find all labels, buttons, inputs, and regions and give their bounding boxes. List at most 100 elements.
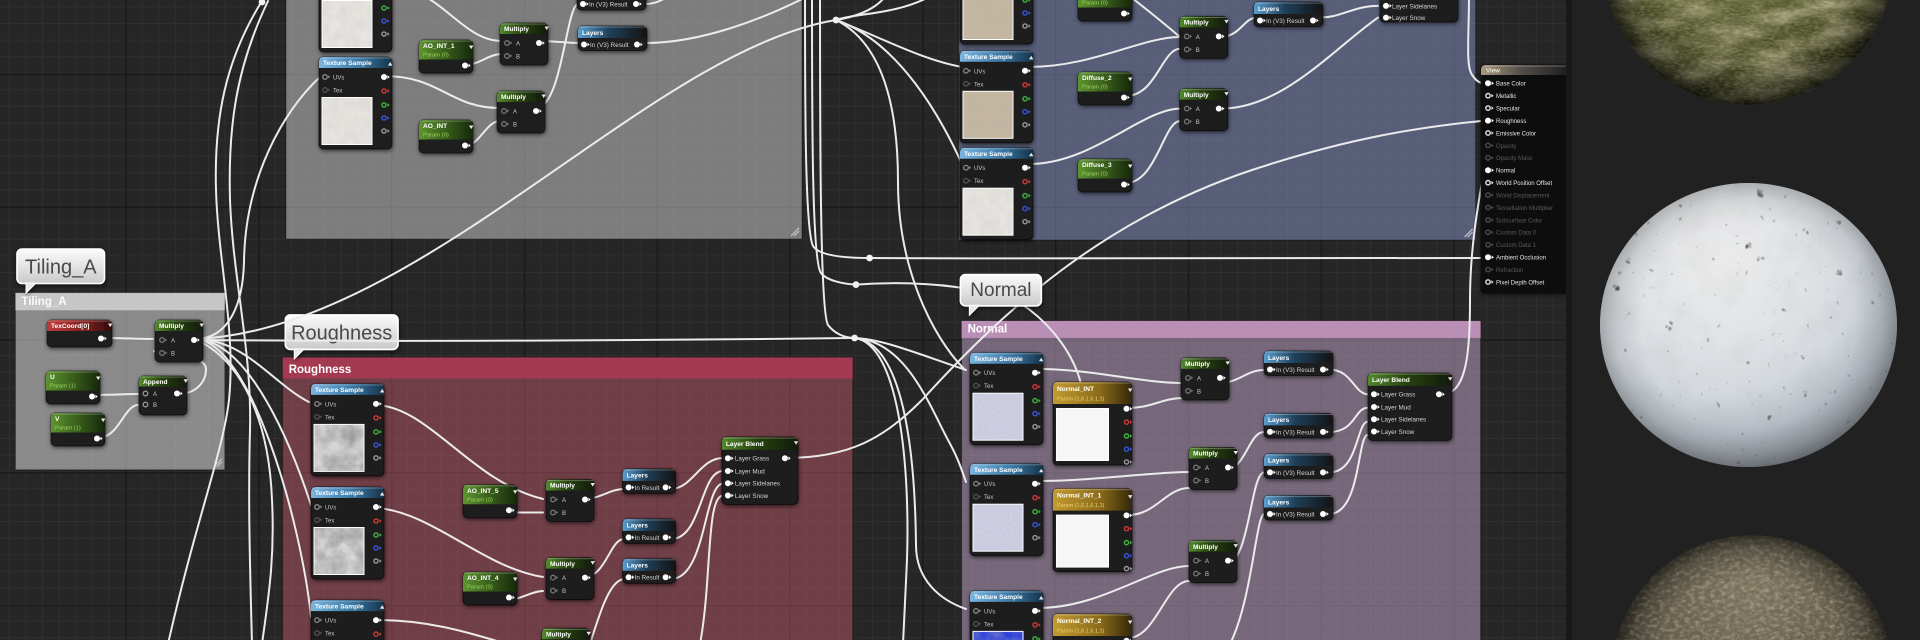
svg-text:Texture Sample: Texture Sample [974,467,1023,474]
svg-text:Multiply: Multiply [1193,544,1218,551]
svg-text:Layer Sidelanes: Layer Sidelanes [1392,3,1437,10]
svg-text:U: U [50,374,55,381]
svg-text:Layers: Layers [1268,499,1290,506]
svg-text:Roughness: Roughness [289,364,352,376]
svg-text:Tiling_A: Tiling_A [21,296,66,308]
svg-text:Multiply: Multiply [159,323,184,330]
svg-text:Metallic: Metallic [1496,94,1516,100]
svg-text:Tex: Tex [325,415,334,421]
svg-text:Param (1,6,1,6,1,1): Param (1,6,1,6,1,1) [1057,397,1105,403]
svg-text:A: A [1196,35,1200,41]
svg-text:A: A [1205,466,1209,472]
svg-text:B: B [1196,48,1200,54]
svg-text:World Position Offset: World Position Offset [1496,181,1552,187]
svg-text:Layer Grass: Layer Grass [735,456,769,463]
svg-text:AO_INT_5: AO_INT_5 [467,488,499,495]
svg-text:AO_INT: AO_INT [423,123,447,130]
svg-text:Layer Blend: Layer Blend [726,441,764,448]
svg-text:A: A [516,42,520,48]
svg-text:Layers: Layers [1258,6,1280,13]
svg-text:A: A [562,576,566,582]
svg-text:Tex: Tex [325,632,334,638]
svg-text:Roughness: Roughness [1496,119,1526,125]
svg-text:Layer Snow: Layer Snow [1381,429,1415,436]
svg-text:Layer Sidelanes: Layer Sidelanes [735,481,780,488]
svg-text:Tex: Tex [333,89,342,95]
svg-text:Tex: Tex [984,384,993,390]
svg-text:A: A [513,110,517,116]
svg-text:Subsurface Color: Subsurface Color [1496,218,1542,224]
svg-text:Layers: Layers [627,523,649,530]
svg-text:A: A [1196,107,1200,113]
svg-text:Emissive Color: Emissive Color [1496,131,1536,137]
svg-text:A: A [171,339,175,345]
svg-text:Specular: Specular [1496,107,1520,113]
svg-text:B: B [1205,479,1209,485]
svg-text:Multiply: Multiply [1184,20,1209,27]
svg-text:In (V3) Result: In (V3) Result [589,2,628,9]
svg-text:Normal_INT_1: Normal_INT_1 [1057,493,1102,500]
svg-text:Param (1): Param (1) [50,384,76,390]
svg-text:In Result: In Result [635,535,660,542]
svg-text:Layer Mud: Layer Mud [735,468,765,475]
svg-text:Param (0): Param (0) [1082,85,1108,91]
svg-text:Multiply: Multiply [550,483,575,490]
svg-text:Layer Mud: Layer Mud [1381,404,1411,411]
svg-text:Tex: Tex [984,495,993,501]
svg-text:Ambient Occlusion: Ambient Occlusion [1496,256,1546,262]
svg-text:Param (0): Param (0) [423,53,449,59]
svg-text:UVs: UVs [325,506,336,512]
svg-text:In (V3) Result: In (V3) Result [1276,470,1315,477]
svg-text:Multiply: Multiply [1185,361,1210,368]
svg-text:Layers: Layers [582,30,604,37]
svg-text:Texture Sample: Texture Sample [964,54,1013,61]
svg-text:Custom Data 0: Custom Data 0 [1496,231,1537,237]
svg-text:AO_INT_4: AO_INT_4 [467,575,499,582]
svg-text:Normal_INT: Normal_INT [1057,386,1094,393]
svg-text:Opacity Mask: Opacity Mask [1496,156,1533,162]
svg-text:Layer Sidelanes: Layer Sidelanes [1381,417,1426,424]
svg-text:B: B [562,511,566,517]
svg-text:UVs: UVs [984,371,995,377]
svg-text:Param (1,6,1,6,1,1): Param (1,6,1,6,1,1) [1057,503,1105,509]
svg-text:Param (0): Param (0) [467,497,493,503]
svg-text:B: B [516,55,520,61]
svg-text:B: B [1205,572,1209,578]
svg-text:B: B [1196,120,1200,126]
svg-text:Param (0): Param (0) [467,585,493,591]
svg-text:Tex: Tex [325,519,334,525]
svg-text:Tex: Tex [974,82,983,88]
svg-text:In (V3) Result: In (V3) Result [1266,18,1305,25]
svg-text:Custom Data 1: Custom Data 1 [1496,243,1537,249]
svg-text:UVs: UVs [984,609,995,615]
svg-text:Param (0): Param (0) [423,133,449,139]
svg-text:Layer Blend: Layer Blend [1372,377,1410,384]
svg-text:View: View [1486,68,1500,75]
svg-text:Multiply: Multiply [501,94,526,101]
svg-text:Normal: Normal [970,280,1031,301]
svg-text:In (V3) Result: In (V3) Result [1276,512,1315,519]
svg-text:Layer Snow: Layer Snow [1392,15,1426,22]
svg-text:Multiply: Multiply [1184,92,1209,99]
svg-text:Tex: Tex [974,179,983,185]
svg-text:Texture Sample: Texture Sample [323,60,372,67]
svg-text:Diffuse_3: Diffuse_3 [1082,162,1112,169]
svg-text:UVs: UVs [333,76,344,82]
svg-text:Refraction: Refraction [1496,268,1523,274]
svg-text:Param (0): Param (0) [1082,1,1108,7]
svg-text:B: B [171,352,175,358]
svg-text:Tiling_A: Tiling_A [25,257,97,279]
svg-text:Multiply: Multiply [1193,451,1218,458]
svg-text:V: V [55,416,60,423]
svg-text:Normal_INT_2: Normal_INT_2 [1057,618,1102,625]
svg-text:Multiply: Multiply [546,632,571,639]
svg-text:Multiply: Multiply [550,561,575,568]
svg-text:A: A [562,498,566,504]
svg-text:A: A [1197,376,1201,382]
svg-text:UVs: UVs [325,619,336,625]
svg-text:B: B [513,123,517,129]
svg-text:Texture Sample: Texture Sample [315,490,364,497]
svg-text:AO_INT_1: AO_INT_1 [423,43,455,50]
svg-text:UVs: UVs [325,402,336,408]
svg-text:Pixel Depth Offset: Pixel Depth Offset [1496,280,1545,286]
